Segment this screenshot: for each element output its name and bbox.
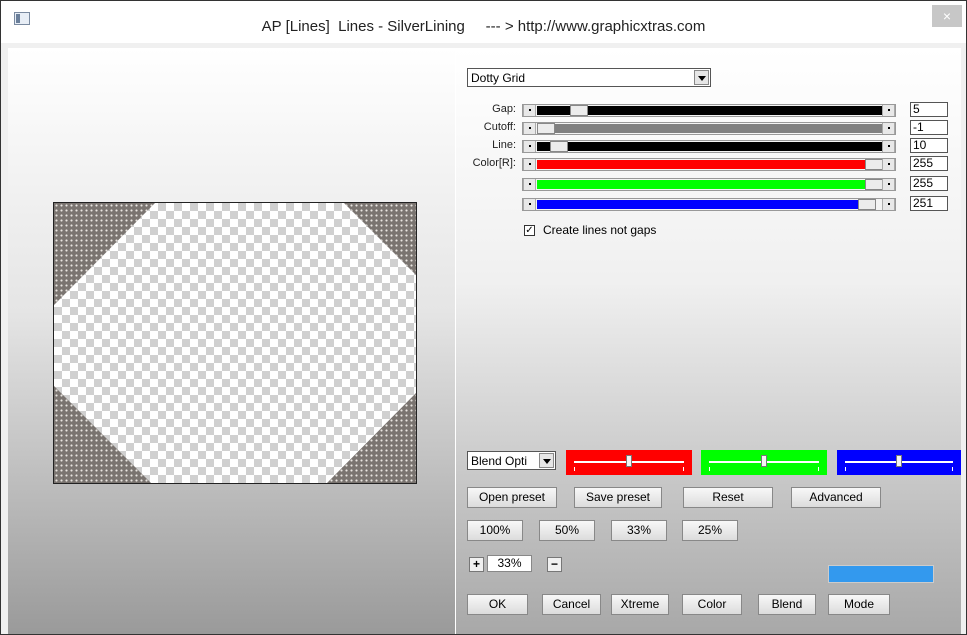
preset-advanced-button[interactable]: Advanced (791, 487, 881, 508)
window-title: AP [Lines] Lines - SilverLining --- > ht… (261, 18, 706, 35)
zoom-50-button[interactable]: 50% (539, 520, 595, 541)
arrow-left-icon[interactable] (523, 123, 536, 134)
slider-value-field[interactable]: 251 (910, 196, 948, 211)
slider-thumb[interactable] (570, 105, 588, 116)
value-slider[interactable] (522, 122, 896, 135)
blend-color-slider[interactable] (566, 450, 692, 475)
zoom-level-field[interactable]: 33% (487, 555, 532, 572)
zoom-out-button[interactable]: − (547, 557, 562, 572)
slider-track[interactable] (537, 123, 883, 134)
slider-value-field[interactable]: 255 (910, 176, 948, 191)
zoom-100-button[interactable]: 100% (467, 520, 523, 541)
value-slider[interactable] (522, 104, 896, 117)
blend-slider-thumb[interactable] (626, 455, 632, 467)
preset-reset-button[interactable]: Reset (683, 487, 773, 508)
arrow-right-icon[interactable] (882, 123, 895, 134)
preview-pane (8, 48, 455, 634)
value-slider[interactable] (522, 158, 896, 171)
slider-fill (550, 142, 883, 151)
slider-value-field[interactable]: 10 (910, 138, 948, 153)
slider-fill (537, 160, 869, 169)
controls-pane: Dotty Grid Gap: 5 Cutoff: -1 Line: 10 Color[R]… (456, 48, 961, 634)
preset-style-dropdown[interactable]: Dotty Grid (467, 68, 711, 87)
slider-fill (537, 200, 862, 209)
slider-value-field[interactable]: 255 (910, 156, 948, 171)
slider-label: Color[R]: (472, 157, 516, 169)
slider-thumb[interactable] (865, 159, 883, 170)
result-color-swatch[interactable] (828, 565, 934, 583)
slider-track[interactable] (537, 159, 883, 170)
slider-thumb[interactable] (858, 199, 876, 210)
slider-fill (537, 180, 869, 189)
create-lines-checkbox[interactable]: ✓ (524, 225, 535, 236)
arrow-left-icon[interactable] (523, 105, 536, 116)
slider-fill (570, 106, 883, 115)
preset-save-preset-button[interactable]: Save preset (574, 487, 662, 508)
slider-value-field[interactable]: 5 (910, 102, 948, 117)
value-slider[interactable] (522, 198, 896, 211)
zoom-in-button[interactable]: + (469, 557, 484, 572)
plugin-window: AP [Lines] Lines - SilverLining --- > ht… (0, 0, 967, 635)
arrow-right-icon[interactable] (882, 179, 895, 190)
arrow-right-icon[interactable] (882, 105, 895, 116)
arrow-right-icon[interactable] (882, 141, 895, 152)
slider-value-field[interactable]: -1 (910, 120, 948, 135)
blend-slider-ticks (574, 467, 684, 471)
action-mode-button[interactable]: Mode (828, 594, 890, 615)
preset-open-preset-button[interactable]: Open preset (467, 487, 557, 508)
dialog-body: Dotty Grid Gap: 5 Cutoff: -1 Line: 10 Color[R]… (8, 48, 961, 634)
preset-style-value: Dotty Grid (471, 71, 526, 85)
action-ok-button[interactable]: OK (467, 594, 528, 615)
slider-fill (537, 124, 883, 133)
chevron-down-icon[interactable] (539, 453, 554, 468)
arrow-left-icon[interactable] (523, 199, 536, 210)
action-color-button[interactable]: Color (682, 594, 742, 615)
slider-thumb[interactable] (550, 141, 568, 152)
value-slider[interactable] (522, 140, 896, 153)
blend-color-slider[interactable] (701, 450, 827, 475)
zoom-33-button[interactable]: 33% (611, 520, 667, 541)
arrow-left-icon[interactable] (523, 141, 536, 152)
arrow-left-icon[interactable] (523, 179, 536, 190)
blend-options-dropdown[interactable]: Blend Opti (467, 451, 556, 470)
action-blend-button[interactable]: Blend (758, 594, 816, 615)
arrow-left-icon[interactable] (523, 159, 536, 170)
zoom-25-button[interactable]: 25% (682, 520, 738, 541)
blend-slider-ticks (709, 467, 819, 471)
slider-fill-left (537, 142, 550, 151)
arrow-right-icon[interactable] (882, 159, 895, 170)
blend-slider-thumb[interactable] (896, 455, 902, 467)
slider-track[interactable] (537, 199, 881, 210)
title-bar: AP [Lines] Lines - SilverLining --- > ht… (1, 1, 966, 43)
blend-options-value: Blend Opti (471, 454, 528, 468)
slider-label: Line: (492, 139, 516, 151)
slider-label: Cutoff: (483, 121, 516, 133)
close-button[interactable]: × (932, 5, 962, 27)
action-cancel-button[interactable]: Cancel (542, 594, 601, 615)
slider-track[interactable] (537, 141, 883, 152)
slider-thumb[interactable] (537, 123, 555, 134)
value-slider[interactable] (522, 178, 896, 191)
create-lines-label: Create lines not gaps (543, 223, 657, 237)
blend-slider-ticks (845, 467, 953, 471)
slider-fill-left (537, 106, 570, 115)
slider-track[interactable] (537, 179, 883, 190)
arrow-right-icon[interactable] (882, 199, 895, 210)
blend-slider-thumb[interactable] (761, 455, 767, 467)
slider-label: Gap: (492, 103, 516, 115)
slider-thumb[interactable] (865, 179, 883, 190)
preview-image (53, 202, 417, 484)
action-xtreme-button[interactable]: Xtreme (611, 594, 669, 615)
blend-color-slider[interactable] (837, 450, 961, 475)
chevron-down-icon[interactable] (694, 70, 709, 85)
slider-track[interactable] (537, 105, 883, 116)
